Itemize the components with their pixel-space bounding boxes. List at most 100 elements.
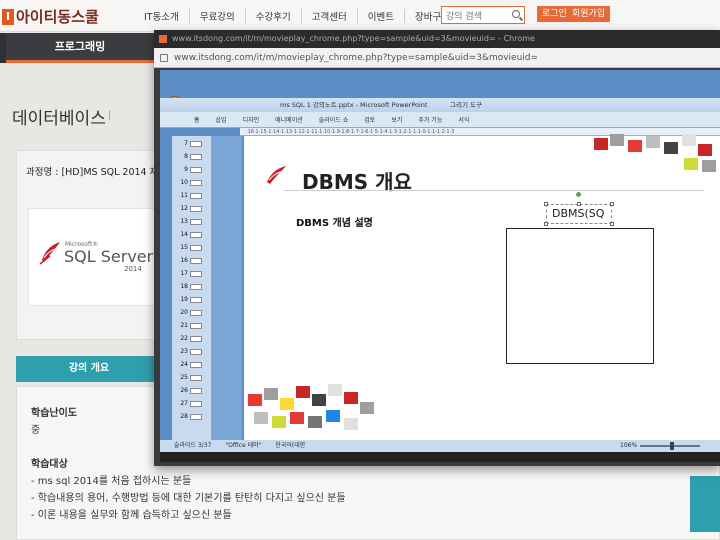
nav-item-events[interactable]: 이벤트 [358,9,405,23]
lecture-video[interactable]: ms SQL 1 강의노트.pptx - Microsoft PowerPoin… [160,70,720,462]
ribbon-tab: 디자인 [242,117,260,124]
slide-thumbnail: 24 [176,361,208,369]
logo-mark-icon: I [2,8,14,25]
slide-thumbnail-image [190,296,202,303]
slide-number: 11 [180,192,188,199]
slide-thumbnail-image [190,270,202,277]
slide-thumbnail: 14 [176,231,208,239]
nav-item-free-lectures[interactable]: 무료강의 [190,9,246,23]
difficulty-label: 학습난이도 [31,408,77,419]
slide-thumbnail: 28 [176,413,208,421]
slide-number: 28 [180,413,188,420]
slide-number: 24 [180,361,188,368]
target-item: - 이론 내용을 실무와 함께 습득하고 싶으신 분들 [31,510,232,521]
signup-button[interactable]: 회원가입 [567,6,611,22]
target-item: - ms sql 2014를 처음 접하시는 분들 [31,476,192,487]
search-input[interactable]: 강의 검색 [441,6,525,24]
slide-thumbnail-image [190,400,202,407]
slide-thumbnail: 9 [176,166,208,174]
slide-number: 27 [180,400,188,407]
powerpoint-title: ms SQL 1 강의노트.pptx - Microsoft PowerPoin… [280,101,428,109]
resize-handle [610,202,614,206]
slide-number: 10 [180,179,188,186]
ribbon-tab: 추가 기능 [418,117,443,124]
ribbon-tab: 애니메이션 [275,117,303,124]
ribbon-tab: 검토 [364,117,376,124]
search-placeholder: 강의 검색 [446,12,482,22]
slide-thumbnail: 25 [176,374,208,382]
video-bottom-bar [160,452,720,462]
slide-thumbnail-image [190,231,202,238]
main-nav: IT동소개 무료강의 수강후기 고객센터 이벤트 장바구니 [134,9,460,23]
title-separator: | [108,110,112,121]
slide-number: 25 [180,374,188,381]
slide-number: 26 [180,387,188,394]
slide-thumbnail-image [190,205,202,212]
slide-title-divider [284,190,704,191]
slide-thumbnail: 17 [176,270,208,278]
slide-thumbnail: 13 [176,218,208,226]
slide-thumbnail: 8 [176,153,208,161]
slide-thumbnail: 20 [176,309,208,317]
popup-address-bar[interactable]: www.itsdong.com/it/m/movieplay_chrome.ph… [154,48,720,68]
nav-item-reviews[interactable]: 수강후기 [246,9,302,23]
slide-number: 21 [180,322,188,329]
powerpoint-ribbon: 홈 삽입 디자인 애니메이션 슬라이드 쇼 검토 보기 추가 기능 서식 [160,112,720,128]
zoom-slider-knob [670,442,674,450]
slide-thumbnail: 15 [176,244,208,252]
slide-number: 12 [180,205,188,212]
slide-number: 14 [180,231,188,238]
target-label: 학습대상 [31,459,68,470]
resize-handle [544,202,548,206]
slide-thumbnail: 19 [176,296,208,304]
slide-number: 17 [180,270,188,277]
page-title: 데이터베이스 [12,109,106,129]
slide-thumbnail-image [190,283,202,290]
site-logo[interactable]: I 아이티동스쿨 [2,6,99,27]
thumbnail-scrollbar [212,136,242,440]
status-slide-count: 슬라이드 3/37 [174,442,212,449]
slide-thumbnail-image [190,322,202,329]
slide-thumbnail-image [190,387,202,394]
nav-item-about[interactable]: IT동소개 [134,9,190,23]
sql-logo-year: 2014 [124,265,142,273]
popup-titlebar[interactable]: www.itsdong.com/it/m/movieplay_chrome.ph… [154,30,720,48]
slide-number: 7 [184,140,188,147]
slide-thumbnail-image [190,192,202,199]
tab-programming[interactable]: 프로그래밍 [6,33,154,63]
drawing-tools-tab: 그리기 도구 [450,101,482,109]
slide-thumbnail-image [190,218,202,225]
popup-window-title: www.itsdong.com/it/m/movieplay_chrome.ph… [172,34,535,43]
status-language: 한국어(대한 [275,442,306,449]
video-popup-window: www.itsdong.com/it/m/movieplay_chrome.ph… [154,30,720,466]
slide-thumbnail-image [190,374,202,381]
search-icon[interactable] [512,10,520,18]
nav-item-support[interactable]: 고객센터 [302,9,358,23]
slide-thumbnail: 12 [176,205,208,213]
slide-number: 9 [184,166,188,173]
slide-thumbnail: 21 [176,322,208,330]
resize-handle [577,202,581,206]
slide-thumbnail: 7 [176,140,208,148]
slide-number: 13 [180,218,188,225]
slide-thumbnail: 23 [176,348,208,356]
slide-thumbnail-image [190,257,202,264]
tab-course-overview[interactable]: 강의 개요 [16,356,162,382]
slide-number: 18 [180,283,188,290]
ribbon-tab: 삽입 [215,117,227,124]
difficulty-value: 중 [31,425,41,436]
ribbon-tab: 홈 [194,117,200,124]
rotation-handle [576,192,581,197]
slide-thumbnail: 22 [176,335,208,343]
slide-thumbnail-image [190,309,202,316]
slide-thumbnail: 18 [176,283,208,291]
page-info-icon[interactable] [160,54,168,62]
slide-number: 23 [180,348,188,355]
side-banner[interactable] [690,476,720,532]
slide-thumbnail-image [190,335,202,342]
slide-number: 19 [180,296,188,303]
selected-textbox: DBMS(SQ [546,204,612,224]
slide-thumbnail-pane: 7 8 9 10 11 12 13 14 15 16 17 18 19 20 2… [172,136,212,440]
status-theme: "Office 테마" [225,442,262,449]
slide-thumbnail: 26 [176,387,208,395]
